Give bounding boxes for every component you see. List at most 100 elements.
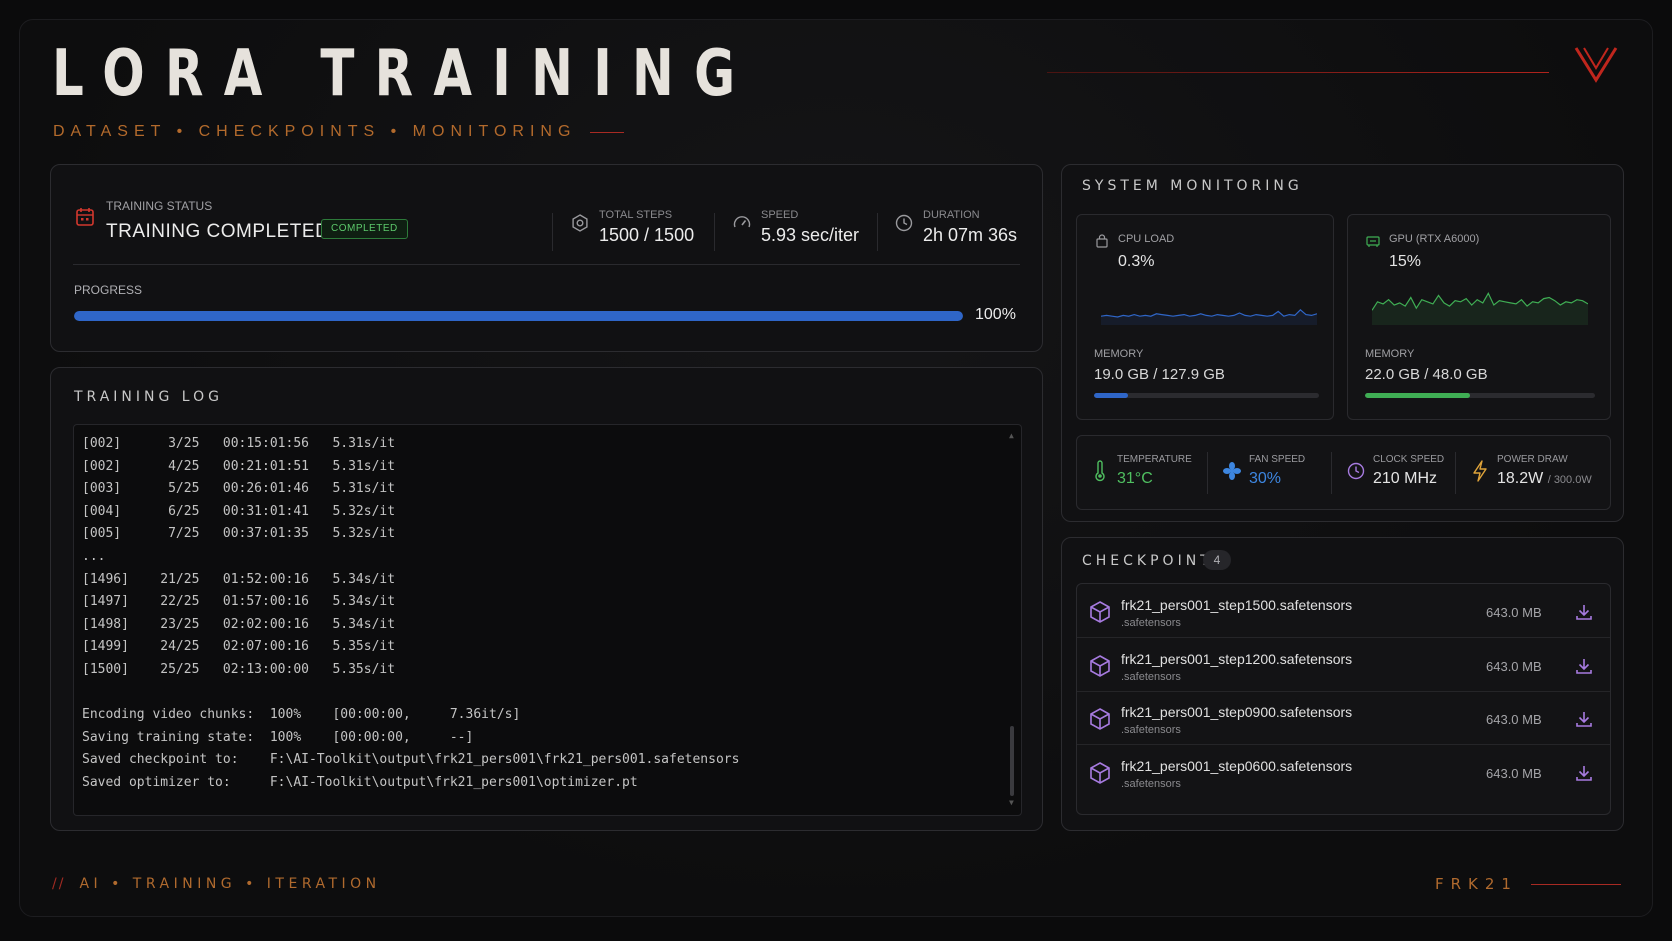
power-draw-label: POWER DRAW <box>1497 454 1568 465</box>
gpu-label: GPU (RTX A6000) <box>1389 233 1480 245</box>
page-title: LORA TRAINING <box>52 37 756 111</box>
subtitle-dash <box>590 131 625 133</box>
checkpoint-name: frk21_pers001_step0900.safetensors <box>1121 704 1353 720</box>
checkpoints-count-badge: 4 <box>1203 550 1231 570</box>
training-status-panel: TRAINING STATUS TRAINING COMPLETED COMPL… <box>50 164 1043 352</box>
metric-divider <box>1331 452 1332 494</box>
checkpoints-list: frk21_pers001_step1500.safetensors .safet… <box>1076 583 1611 815</box>
progress-bar-fill <box>74 311 963 321</box>
download-icon[interactable] <box>1574 602 1594 622</box>
training-log-panel: TRAINING LOG [002] 3/25 00:15:01:56 5.31… <box>50 367 1043 831</box>
footer-brand: FRK21 <box>1435 875 1518 893</box>
system-monitoring-title: SYSTEM MONITORING <box>1082 178 1303 194</box>
log-line: [005] 7/25 00:37:01:35 5.32s/it <box>82 526 396 542</box>
clock-speed-value: 210 MHz <box>1373 470 1438 487</box>
progress-bar <box>74 311 963 321</box>
speed-stat: SPEED 5.93 sec/iter <box>733 209 873 249</box>
log-line: [002] 4/25 00:21:01:51 5.31s/it <box>82 458 396 474</box>
gpu-load-sparkline <box>1372 292 1588 325</box>
log-line: Saved optimizer to: F:\AI-Toolkit\output… <box>82 774 638 790</box>
log-line: [1499] 24/25 02:07:00:16 5.35s/it <box>82 639 396 655</box>
checkpoint-row[interactable]: frk21_pers001_step0600.safetensors .safet… <box>1077 745 1610 799</box>
cube-icon <box>1090 708 1110 730</box>
checkpoint-size: 643.0 MB <box>1486 605 1542 620</box>
speed-label: SPEED <box>761 209 799 221</box>
cpu-card: CPU LOAD 0.3% MEMORY 19.0 GB / 127.9 GB <box>1076 214 1334 420</box>
gear-icon <box>572 214 588 232</box>
footer-tagline-text: AI • TRAINING • ITERATION <box>79 876 381 892</box>
log-line: ... <box>82 548 106 564</box>
total-steps-label: TOTAL STEPS <box>599 209 673 221</box>
gpu-value: 15% <box>1389 253 1422 270</box>
speedometer-icon <box>733 216 751 228</box>
power-draw-current: 18.2W <box>1497 470 1544 487</box>
power-draw-max: / 300.0W <box>1547 474 1592 486</box>
brand-logo-icon <box>1574 47 1618 83</box>
stat-divider <box>552 213 553 251</box>
checkpoint-row[interactable]: frk21_pers001_step1200.safetensors .safet… <box>1077 638 1610 692</box>
cube-icon <box>1090 654 1110 677</box>
log-line: [1498] 23/25 02:02:00:16 5.34s/it <box>82 616 396 632</box>
page-subtitle: DATASET • CHECKPOINTS • MONITORING <box>53 123 625 141</box>
log-line: [1496] 21/25 01:52:00:16 5.34s/it <box>82 571 396 587</box>
temperature-label: TEMPERATURE <box>1117 454 1192 465</box>
log-line: Encoding video chunks: 100% [00:00:00, 7… <box>82 707 521 723</box>
log-line: [004] 6/25 00:31:01:41 5.32s/it <box>82 503 396 519</box>
cube-icon <box>1090 761 1110 784</box>
scroll-up-icon[interactable]: ▲ <box>1009 431 1014 440</box>
checkpoint-size: 643.0 MB <box>1486 658 1542 674</box>
fan-speed-value: 30% <box>1249 470 1282 487</box>
checkpoint-size: 643.0 MB <box>1486 765 1542 781</box>
duration-label: DURATION <box>923 209 980 221</box>
lightning-icon <box>1473 460 1487 482</box>
header-accent-line <box>1047 72 1549 73</box>
gpu-memory-label: MEMORY <box>1365 348 1415 360</box>
clock-speed-label: CLOCK SPEED <box>1373 454 1445 465</box>
cpu-lock-icon <box>1096 234 1108 248</box>
checkpoint-name: frk21_pers001_step1200.safetensors <box>1121 650 1353 667</box>
status-divider <box>73 264 1020 265</box>
fan-icon <box>1223 462 1241 480</box>
scrollbar-thumb[interactable] <box>1010 726 1014 796</box>
checkpoint-name: frk21_pers001_step1500.safetensors <box>1121 597 1353 613</box>
progress-percent: 100% <box>975 306 1016 323</box>
download-icon[interactable] <box>1574 709 1594 729</box>
checkpoint-size: 643.0 MB <box>1486 712 1542 727</box>
cpu-memory-bar <box>1094 393 1319 398</box>
duration-stat: DURATION 2h 07m 36s <box>895 209 1025 249</box>
stat-divider <box>877 213 878 251</box>
cpu-load-sparkline <box>1101 308 1317 325</box>
gpu-memory-bar-fill <box>1365 393 1471 398</box>
cpu-memory-bar-fill <box>1094 393 1128 398</box>
thermometer-icon <box>1095 460 1105 482</box>
hardware-metrics-row: TEMPERATURE 31°C FAN SPEED 30% CLOCK SPE… <box>1076 435 1611 510</box>
cpu-memory-label: MEMORY <box>1094 348 1144 360</box>
fan-speed-label: FAN SPEED <box>1249 454 1306 465</box>
total-steps-stat: TOTAL STEPS 1500 / 1500 <box>571 209 711 249</box>
total-steps-value: 1500 / 1500 <box>599 225 695 245</box>
download-icon[interactable] <box>1574 656 1594 676</box>
calendar-icon <box>76 208 94 226</box>
cpu-load-value: 0.3% <box>1118 253 1155 270</box>
checkpoint-extension: .safetensors <box>1121 724 1181 736</box>
checkpoint-extension: .safetensors <box>1121 777 1181 790</box>
checkpoints-panel: CHECKPOINTS 4 frk21_pers001_step1500.saf… <box>1061 537 1624 831</box>
footer-tagline: // AI • TRAINING • ITERATION <box>52 876 381 892</box>
sparkline-area <box>1372 293 1588 325</box>
progress-label: PROGRESS <box>74 283 143 297</box>
checkpoint-extension: .safetensors <box>1121 670 1181 683</box>
training-status-value: TRAINING COMPLETED <box>106 221 330 242</box>
system-monitoring-panel: SYSTEM MONITORING CPU LOAD 0.3% MEMORY 1… <box>1061 164 1624 522</box>
scroll-down-icon[interactable]: ▼ <box>1009 798 1014 807</box>
checkpoint-row[interactable]: frk21_pers001_step0900.safetensors .safet… <box>1077 691 1610 745</box>
training-status-label: TRAINING STATUS <box>106 199 213 213</box>
cube-icon <box>1090 601 1110 623</box>
training-log-output[interactable]: [002] 3/25 00:15:01:56 5.31s/it [002] 4/2… <box>73 424 1022 816</box>
log-scrollbar[interactable]: ▲ ▼ <box>1009 431 1015 807</box>
log-line: [1497] 22/25 01:57:00:16 5.34s/it <box>82 594 396 610</box>
training-log-title: TRAINING LOG <box>74 389 223 405</box>
checkpoint-row[interactable]: frk21_pers001_step1500.safetensors .safet… <box>1077 584 1610 638</box>
download-icon[interactable] <box>1574 763 1594 783</box>
sparkline-area <box>1101 309 1317 325</box>
